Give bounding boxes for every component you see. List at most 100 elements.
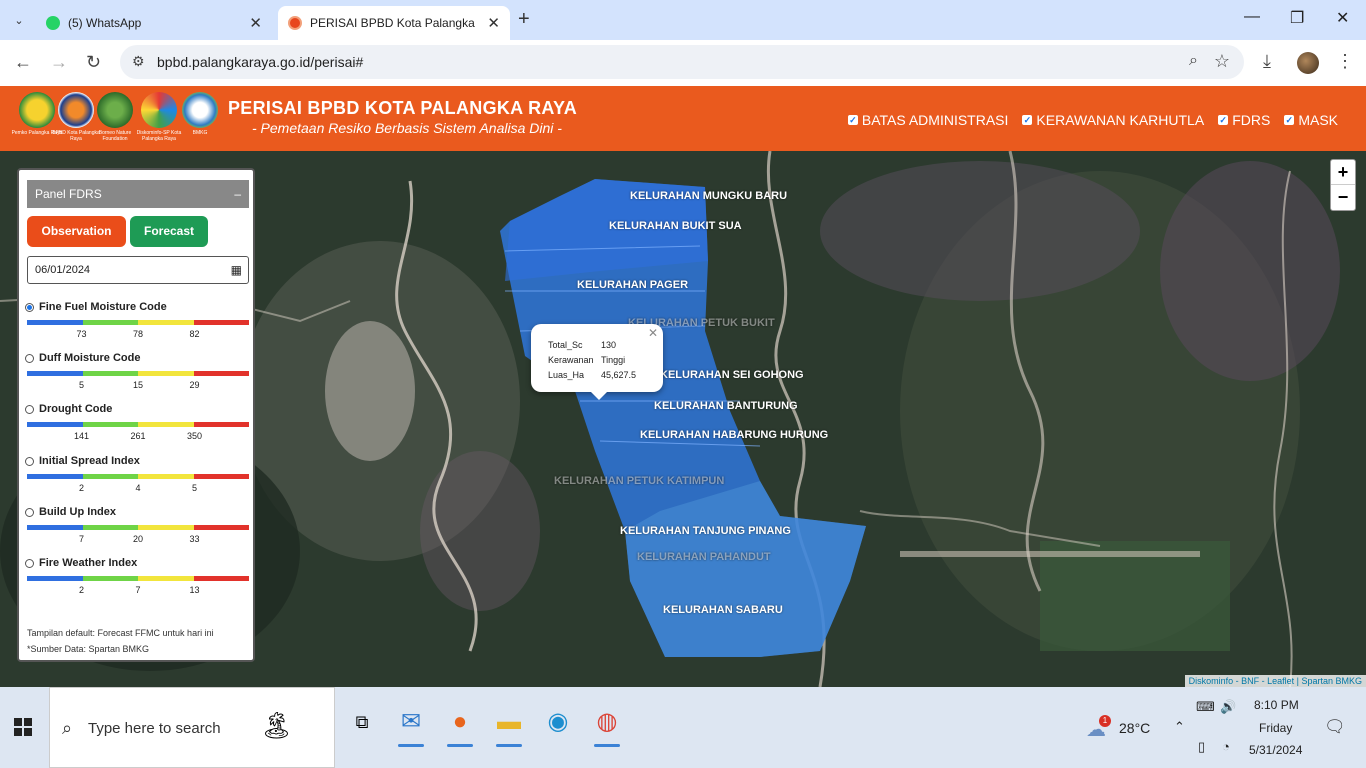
checkbox-checked-icon[interactable]: ✓: [1022, 115, 1033, 125]
index-label: Drought Code: [39, 403, 113, 415]
site-info-icon[interactable]: ⚙: [132, 53, 145, 70]
fdrs-index-row[interactable]: Build Up Index 7 20 33: [25, 506, 251, 544]
scale-tick-label: 20: [132, 534, 144, 544]
forward-icon[interactable]: →: [50, 52, 68, 73]
back-icon[interactable]: ←: [14, 52, 32, 73]
zoom-icon[interactable]: ⌕: [1189, 52, 1198, 70]
site-header: Pemko Palangka Raya BPBD Kota Palangka R…: [0, 86, 1366, 151]
browser-toolbar: ← → ↻ ⚙ bpbd.palangkaraya.go.id/perisai#…: [0, 40, 1366, 86]
firefox-icon[interactable]: ●: [443, 705, 477, 747]
task-view-icon[interactable]: ⧉: [345, 705, 379, 739]
radio-button[interactable]: [25, 558, 34, 568]
bpbd-favicon-icon: [288, 16, 302, 30]
fdrs-index-row[interactable]: Fine Fuel Moisture Code 73 78 82: [25, 301, 251, 339]
address-bar[interactable]: ⚙ bpbd.palangkaraya.go.id/perisai# ⌕ ☆: [120, 45, 1244, 79]
new-tab-button[interactable]: +: [518, 8, 530, 31]
speaker-icon[interactable]: 🔊: [1220, 699, 1236, 715]
checkbox-checked-icon[interactable]: ✓: [1218, 115, 1229, 125]
tab-perisai[interactable]: PERISAI BPBD Kota Palangka Raya ✕: [278, 6, 510, 40]
radio-button[interactable]: [25, 456, 34, 466]
wifi-icon[interactable]: ◔: [1222, 739, 1230, 754]
kelurahan-label: KELURAHAN PETUK KATIMPUN: [554, 475, 725, 487]
popup-close-icon[interactable]: ✕: [648, 326, 658, 340]
fdrs-index-row[interactable]: Initial Spread Index 2 4 5: [25, 455, 251, 493]
minimize-window-icon[interactable]: —: [1244, 8, 1260, 26]
clock-date[interactable]: 5/31/2024: [1249, 743, 1302, 757]
file-explorer-icon[interactable]: ▬: [492, 705, 526, 747]
bookmark-star-icon[interactable]: ☆: [1214, 51, 1230, 72]
zoom-control: + −: [1330, 159, 1356, 211]
clock-time[interactable]: 8:10 PM: [1254, 698, 1299, 712]
radio-button[interactable]: [25, 507, 34, 517]
zoom-in-button[interactable]: +: [1331, 160, 1355, 185]
windows-start-icon[interactable]: [14, 718, 32, 736]
notification-icon[interactable]: 🗨: [1324, 717, 1346, 737]
index-label: Build Up Index: [39, 506, 116, 518]
mail-icon[interactable]: ✉: [394, 705, 428, 747]
index-option[interactable]: Fine Fuel Moisture Code: [25, 301, 251, 313]
index-label: Fine Fuel Moisture Code: [39, 301, 167, 313]
search-placeholder[interactable]: Type here to search: [88, 720, 221, 737]
scale-tick-label: 82: [189, 329, 200, 339]
fdrs-index-row[interactable]: Fire Weather Index 2 7 13: [25, 557, 251, 595]
checkbox-checked-icon[interactable]: ✓: [847, 115, 858, 125]
date-input[interactable]: 06/01/2024 ▦: [27, 256, 249, 284]
index-option[interactable]: Duff Moisture Code: [25, 352, 251, 364]
panel-source: *Sumber Data: Spartan BMKG: [27, 644, 150, 654]
phone-link-icon[interactable]: ▯: [1198, 739, 1205, 755]
kelurahan-label: KELURAHAN BANTURUNG: [654, 400, 798, 412]
tab-whatsapp[interactable]: (5) WhatsApp ✕: [36, 6, 272, 40]
chrome-icon[interactable]: ◍: [590, 705, 624, 747]
profile-avatar[interactable]: [1297, 52, 1319, 74]
index-option[interactable]: Drought Code: [25, 403, 251, 415]
panel-minimize-button[interactable]: –: [234, 180, 241, 208]
zoom-out-button[interactable]: −: [1331, 185, 1355, 210]
logo-caption: BMKG: [192, 130, 208, 136]
fdrs-index-row[interactable]: Duff Moisture Code 5 15 29: [25, 352, 251, 390]
close-tab-icon[interactable]: ✕: [487, 14, 500, 32]
tab-title: (5) WhatsApp: [68, 16, 142, 30]
layer-kerawanan-karhutla[interactable]: ✓ KERAWANAN KARHUTLA: [1022, 112, 1204, 128]
taskbar-search[interactable]: ⌕ Type here to search 🏝: [49, 687, 335, 768]
kelurahan-label: KELURAHAN BUKIT SUA: [609, 220, 742, 232]
download-icon[interactable]: ⤓: [1263, 51, 1271, 72]
date-value[interactable]: 06/01/2024: [35, 264, 90, 276]
pemko-logo: [19, 92, 55, 128]
restore-window-icon[interactable]: ❐: [1290, 8, 1304, 28]
layer-mask[interactable]: ✓ MASK: [1284, 112, 1338, 128]
layer-fdrs[interactable]: ✓ FDRS: [1218, 112, 1270, 128]
search-highlight-hammock-icon[interactable]: 🏝: [260, 710, 293, 741]
close-window-icon[interactable]: ✕: [1336, 8, 1349, 28]
scale-tick-label: 5: [78, 380, 85, 390]
observation-button[interactable]: Observation: [27, 216, 126, 247]
kelurahan-label: KELURAHAN SABARU: [663, 604, 783, 616]
clock-day[interactable]: Friday: [1259, 721, 1292, 735]
reload-icon[interactable]: ↻: [86, 52, 101, 73]
radio-button[interactable]: [25, 404, 34, 414]
tray-chevron-up-icon[interactable]: ⌃: [1174, 719, 1185, 735]
url-text[interactable]: bpbd.palangkaraya.go.id/perisai#: [157, 54, 363, 70]
calendar-icon[interactable]: ▦: [231, 257, 242, 283]
index-option[interactable]: Initial Spread Index: [25, 455, 251, 467]
radio-button[interactable]: [25, 302, 34, 312]
tab-strip: ⌄ (5) WhatsApp ✕ PERISAI BPBD Kota Palan…: [0, 0, 1366, 40]
checkbox-checked-icon[interactable]: ✓: [1284, 115, 1295, 125]
map-attribution[interactable]: Diskominfo - BNF - Leaflet | Spartan BMK…: [1184, 675, 1366, 687]
edge-icon[interactable]: ◉: [541, 705, 575, 739]
scale-ticks: 73 78 82: [25, 325, 251, 339]
layer-toggles: ✓ BATAS ADMINISTRASI ✓ KERAWANAN KARHUTLA …: [847, 112, 1338, 128]
scale-tick-label: 13: [189, 585, 200, 595]
scale-ticks: 2 4 5: [25, 479, 251, 493]
radio-button[interactable]: [25, 353, 34, 363]
index-option[interactable]: Build Up Index: [25, 506, 251, 518]
tab-search-icon[interactable]: ⌄: [8, 10, 30, 32]
fdrs-index-row[interactable]: Drought Code 141 261 350: [25, 403, 251, 441]
index-option[interactable]: Fire Weather Index: [25, 557, 251, 569]
close-tab-icon[interactable]: ✕: [249, 14, 262, 32]
keyboard-icon[interactable]: ⌨: [1196, 699, 1215, 715]
menu-kebab-icon[interactable]: ⋮: [1336, 51, 1354, 72]
index-label: Duff Moisture Code: [39, 352, 141, 364]
layer-batas-administrasi[interactable]: ✓ BATAS ADMINISTRASI: [847, 112, 1008, 128]
forecast-button[interactable]: Forecast: [130, 216, 208, 247]
weather-temp[interactable]: 28°C: [1119, 720, 1150, 736]
